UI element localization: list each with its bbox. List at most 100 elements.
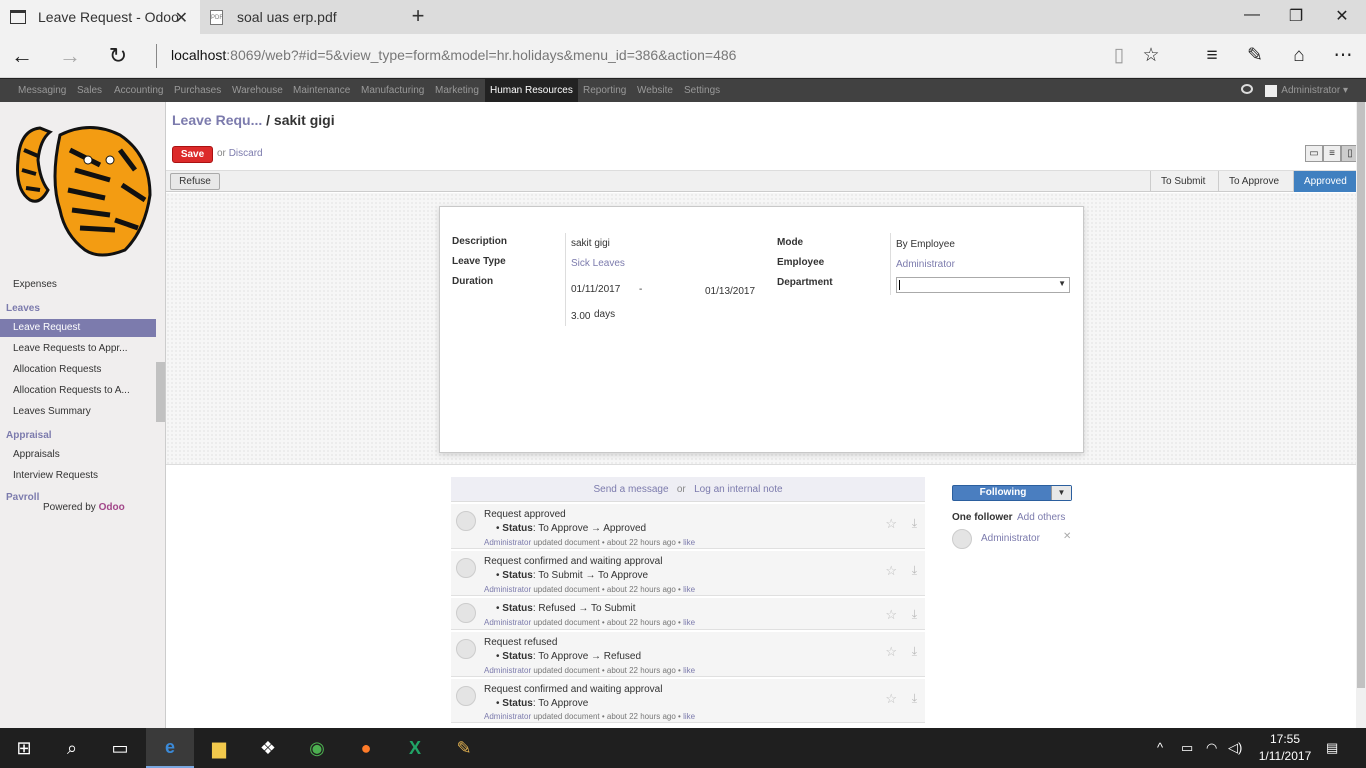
more-icon[interactable]: ⋯ xyxy=(1331,44,1355,68)
follower-name[interactable]: Administrator xyxy=(981,533,1040,544)
minimize-icon[interactable]: — xyxy=(1242,6,1262,24)
download-icon[interactable]: ⤓ xyxy=(912,563,917,578)
department-select[interactable]: ▼ xyxy=(896,277,1070,293)
windows-start-icon[interactable]: ⊞ xyxy=(0,728,48,768)
like-link[interactable]: like xyxy=(683,618,695,627)
like-link[interactable]: like xyxy=(683,538,695,547)
wifi-icon[interactable]: ◠ xyxy=(1206,740,1217,756)
like-link[interactable]: like xyxy=(683,712,695,721)
chevron-down-icon[interactable]: ▼ xyxy=(1051,486,1071,500)
close-tab-icon[interactable]: ✕ xyxy=(175,8,188,28)
battery-icon[interactable]: ▭ xyxy=(1181,740,1193,756)
download-icon[interactable]: ⤓ xyxy=(912,516,917,531)
mode-value[interactable]: By Employee xyxy=(896,239,955,250)
maximize-icon[interactable]: ❐ xyxy=(1286,6,1306,26)
leave-type-value[interactable]: Sick Leaves xyxy=(571,258,625,269)
menu-marketing[interactable]: Marketing xyxy=(430,79,484,102)
star-icon[interactable]: ☆ xyxy=(885,516,897,532)
author-link[interactable]: Administrator xyxy=(484,666,531,675)
share-icon[interactable]: ⌂ xyxy=(1287,44,1311,68)
add-others-link[interactable]: Add others xyxy=(1017,512,1065,523)
chat-icon[interactable] xyxy=(1241,84,1253,94)
author-link[interactable]: Administrator xyxy=(484,538,531,547)
file-explorer-icon[interactable]: ▆ xyxy=(195,728,243,768)
sidebar-item-appraisals[interactable]: Appraisals xyxy=(0,446,156,464)
send-message-link[interactable]: Send a message xyxy=(593,484,668,495)
odoo-link[interactable]: Odoo xyxy=(99,502,125,513)
forward-icon[interactable]: → xyxy=(56,42,84,70)
star-icon[interactable]: ☆ xyxy=(885,691,897,707)
like-link[interactable]: like xyxy=(683,666,695,675)
description-value[interactable]: sakit gigi xyxy=(571,238,610,249)
star-icon[interactable]: ☆ xyxy=(885,607,897,623)
calendar-view-icon[interactable]: ▭ xyxy=(1305,145,1323,162)
save-button[interactable]: Save xyxy=(172,146,213,163)
days-value[interactable]: 3.00 xyxy=(571,311,590,322)
chevron-up-icon[interactable]: ^ xyxy=(1157,740,1163,755)
search-icon[interactable]: ⌕ xyxy=(48,728,96,768)
author-link[interactable]: Administrator xyxy=(484,618,531,627)
sidebar-item-leaves-summary[interactable]: Leaves Summary xyxy=(0,403,156,421)
browser-tab-pdf[interactable]: PDF soal uas erp.pdf xyxy=(200,0,402,34)
star-icon[interactable]: ☆ xyxy=(885,563,897,579)
menu-human-resources[interactable]: Human Resources xyxy=(485,79,578,102)
menu-purchases[interactable]: Purchases xyxy=(169,79,226,102)
refuse-button[interactable]: Refuse xyxy=(170,173,220,190)
stage-approved[interactable]: Approved xyxy=(1293,171,1358,192)
excel-icon[interactable]: X xyxy=(391,728,439,768)
browser-tab-active[interactable]: Leave Request - Odoo ✕ xyxy=(0,0,200,34)
new-tab-button[interactable]: + xyxy=(406,4,430,28)
menu-settings[interactable]: Settings xyxy=(679,79,725,102)
web-note-icon[interactable]: ✎ xyxy=(1243,44,1267,68)
employee-value[interactable]: Administrator xyxy=(896,259,955,270)
download-icon[interactable]: ⤓ xyxy=(912,644,917,659)
menu-messaging[interactable]: Messaging xyxy=(13,79,71,102)
address-bar[interactable]: localhost:8069/web?#id=5&view_type=form&… xyxy=(171,47,736,63)
menu-manufacturing[interactable]: Manufacturing xyxy=(356,79,429,102)
close-window-icon[interactable]: ✕ xyxy=(1332,6,1352,26)
menu-reporting[interactable]: Reporting xyxy=(578,79,631,102)
notification-icon[interactable]: ▤ xyxy=(1326,740,1338,756)
paint-icon[interactable]: ✎ xyxy=(440,728,488,768)
dropbox-icon[interactable]: ❖ xyxy=(244,728,292,768)
download-icon[interactable]: ⤓ xyxy=(912,691,917,706)
sidebar-item-allocation-requests-to-approve[interactable]: Allocation Requests to A... xyxy=(0,382,156,400)
clock[interactable]: 17:55 1/11/2017 xyxy=(1252,731,1318,765)
stage-to-approve[interactable]: To Approve xyxy=(1218,171,1289,192)
edge-browser-icon[interactable]: e xyxy=(146,728,194,768)
menu-warehouse[interactable]: Warehouse xyxy=(227,79,288,102)
reading-view-icon[interactable]: ▯ xyxy=(1107,44,1131,68)
user-menu[interactable]: Administrator ▾ xyxy=(1265,79,1348,102)
menu-maintenance[interactable]: Maintenance xyxy=(288,79,355,102)
discard-link[interactable]: Discard xyxy=(229,148,263,159)
sidebar-item-expenses[interactable]: Expenses xyxy=(0,276,156,294)
sidebar-scrollbar[interactable] xyxy=(156,270,165,496)
page-scrollbar[interactable] xyxy=(1356,102,1366,728)
like-link[interactable]: like xyxy=(683,585,695,594)
task-view-icon[interactable]: ▭ xyxy=(96,728,144,768)
sidebar-scroll-thumb[interactable] xyxy=(156,362,165,422)
firefox-icon[interactable]: ● xyxy=(342,728,390,768)
back-icon[interactable]: ← xyxy=(8,42,36,70)
menu-accounting[interactable]: Accounting xyxy=(109,79,168,102)
menu-sales[interactable]: Sales xyxy=(72,79,107,102)
sidebar-item-leave-requests-to-approve[interactable]: Leave Requests to Appr... xyxy=(0,340,156,358)
menu-website[interactable]: Website xyxy=(632,79,678,102)
author-link[interactable]: Administrator xyxy=(484,712,531,721)
date-to-field[interactable]: 01/13/2017 xyxy=(705,286,755,297)
following-button[interactable]: Following ▼ xyxy=(952,485,1072,501)
list-view-icon[interactable]: ≡ xyxy=(1323,145,1341,162)
sidebar-item-interview-requests[interactable]: Interview Requests xyxy=(0,467,156,485)
hub-icon[interactable]: ≡ xyxy=(1200,44,1224,68)
refresh-icon[interactable]: ↻ xyxy=(104,42,132,70)
remove-follower-icon[interactable]: ✕ xyxy=(1063,531,1071,542)
stage-to-submit[interactable]: To Submit xyxy=(1150,171,1215,192)
sidebar-item-allocation-requests[interactable]: Allocation Requests xyxy=(0,361,156,379)
sidebar-item-leave-request[interactable]: Leave Request xyxy=(0,319,156,337)
favorite-star-icon[interactable]: ☆ xyxy=(1139,44,1163,68)
chrome-icon[interactable]: ◉ xyxy=(293,728,341,768)
page-scroll-thumb[interactable] xyxy=(1357,102,1365,688)
log-note-link[interactable]: Log an internal note xyxy=(694,484,782,495)
breadcrumb-parent[interactable]: Leave Requ... xyxy=(172,112,262,128)
volume-icon[interactable]: ◁) xyxy=(1228,740,1242,756)
